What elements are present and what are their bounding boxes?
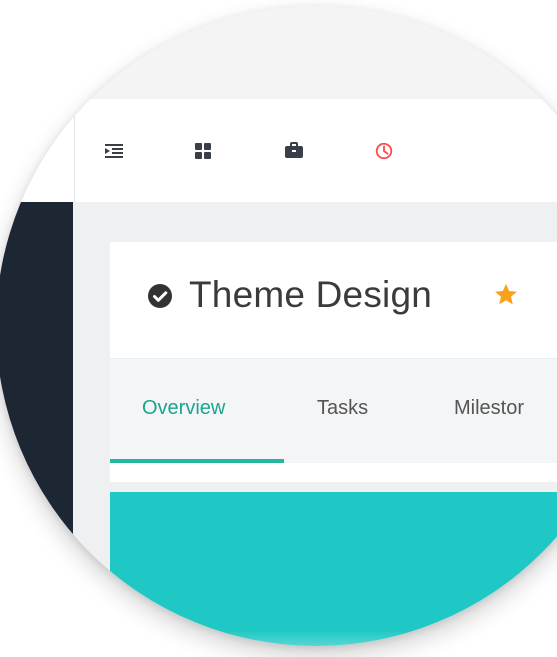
clock-icon[interactable] <box>374 141 394 161</box>
project-card: Theme Design Overview Tasks Milestor <box>110 242 557 482</box>
title-row: Theme Design <box>110 242 557 358</box>
main-content: Theme Design Overview Tasks Milestor <box>73 202 557 646</box>
project-tabs: Overview Tasks Milestor <box>110 358 557 463</box>
top-strip <box>0 6 557 100</box>
top-toolbar <box>0 99 557 203</box>
tab-milestones[interactable]: Milestor <box>454 394 524 422</box>
toolbar-divider <box>74 99 75 202</box>
sidebar-avatar-dot[interactable] <box>0 566 14 594</box>
bottom-fade <box>0 630 557 646</box>
magnified-view: Theme Design Overview Tasks Milestor <box>0 6 557 646</box>
tab-overview[interactable]: Overview <box>142 394 225 422</box>
star-icon[interactable] <box>492 281 520 309</box>
screenshot-stage: Theme Design Overview Tasks Milestor <box>0 0 557 657</box>
sidebar <box>0 202 73 646</box>
indent-menu-icon[interactable] <box>104 141 124 161</box>
grid-icon[interactable] <box>193 141 213 161</box>
briefcase-icon[interactable] <box>284 141 304 161</box>
project-title: Theme Design <box>189 274 433 315</box>
tab-tasks[interactable]: Tasks <box>317 394 368 422</box>
check-circle-icon <box>146 282 174 310</box>
active-tab-indicator <box>110 459 284 463</box>
overview-banner <box>110 492 557 646</box>
